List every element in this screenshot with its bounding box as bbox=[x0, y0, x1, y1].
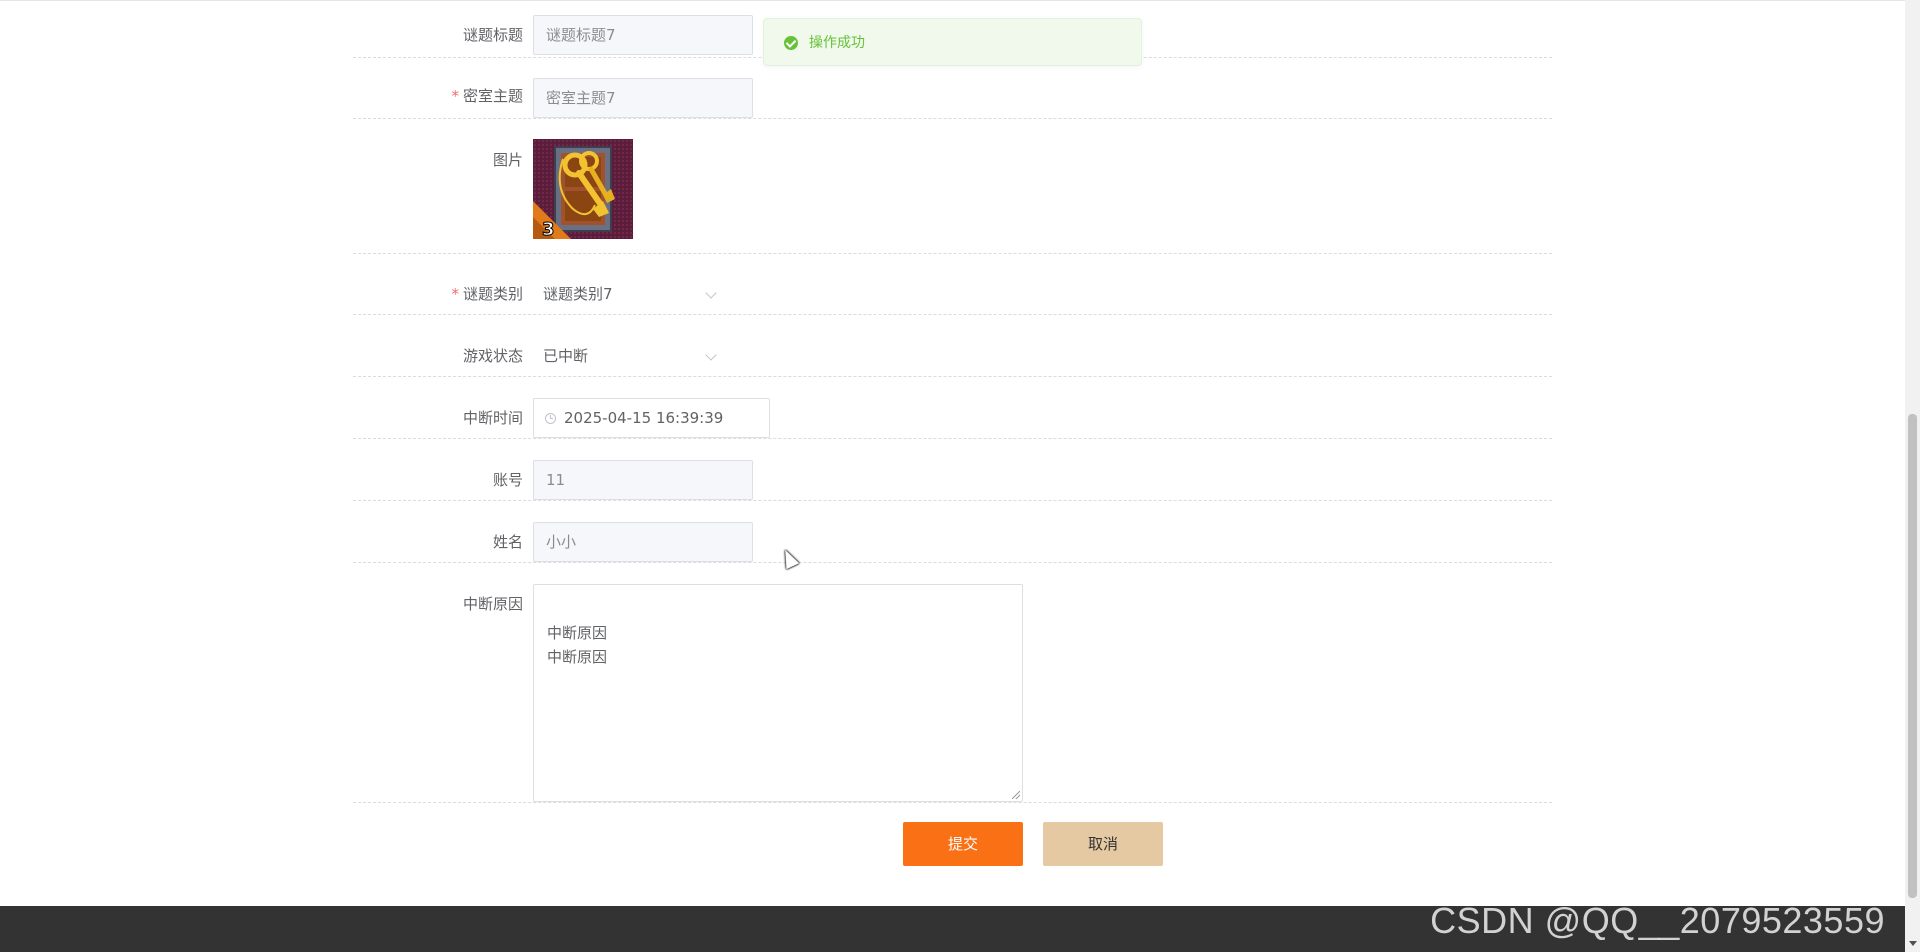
footer-bar: CSDN @QQ__2079523559 bbox=[0, 900, 1905, 952]
form-row-puzzle-category: * 谜题类别 谜题类别7 bbox=[353, 254, 1552, 315]
puzzle-image-thumbnail[interactable]: 3 bbox=[533, 139, 633, 239]
room-theme-input[interactable]: 密室主题7 bbox=[533, 78, 753, 118]
form-row-room-theme: * 密室主题 密室主题7 bbox=[353, 58, 1552, 119]
game-status-value: 已中断 bbox=[543, 347, 589, 365]
interrupt-time-value: 2025-04-15 16:39:39 bbox=[564, 409, 724, 427]
puzzle-category-select[interactable]: 谜题类别7 bbox=[533, 274, 733, 314]
submit-button[interactable]: 提交 bbox=[903, 822, 1023, 866]
scrollbar-thumb[interactable] bbox=[1908, 414, 1917, 898]
top-divider bbox=[0, 0, 1905, 1]
form-row-interrupt-reason: 中断原因 中断原因 中断原因 bbox=[353, 563, 1552, 803]
image-badge-number: 3 bbox=[542, 219, 555, 239]
puzzle-title-label: 谜题标题 bbox=[373, 25, 523, 45]
room-theme-label: * 密室主题 bbox=[373, 86, 523, 106]
interrupt-reason-textarea[interactable]: 中断原因 中断原因 bbox=[533, 584, 1023, 802]
game-status-label: 游戏状态 bbox=[373, 346, 523, 366]
game-status-label-text: 游戏状态 bbox=[462, 347, 523, 365]
puzzle-category-label: * 谜题类别 bbox=[373, 284, 523, 304]
name-input[interactable]: 小小 bbox=[533, 522, 753, 562]
form-row-image: 图片 3 bbox=[353, 119, 1552, 254]
page: 谜题标题 谜题标题7 * 密室主题 密室主题7 图片 3 * 谜题类别 谜题类别… bbox=[0, 0, 1920, 952]
cancel-button[interactable]: 取消 bbox=[1043, 822, 1163, 866]
success-toast: 操作成功 bbox=[763, 18, 1142, 66]
puzzle-title-label-text: 谜题标题 bbox=[462, 26, 523, 44]
interrupt-time-label-text: 中断时间 bbox=[462, 409, 523, 427]
account-label-text: 账号 bbox=[492, 471, 523, 489]
success-check-icon bbox=[784, 36, 798, 50]
form-row-account: 账号 11 bbox=[353, 439, 1552, 501]
form-row-name: 姓名 小小 bbox=[353, 501, 1552, 563]
name-label-text: 姓名 bbox=[492, 533, 523, 551]
interrupt-time-label: 中断时间 bbox=[373, 408, 523, 428]
scroll-down-arrow-icon[interactable] bbox=[1909, 941, 1917, 946]
interrupt-reason-value: 中断原因 中断原因 bbox=[547, 624, 608, 666]
toast-message: 操作成功 bbox=[809, 35, 865, 51]
required-mark: * bbox=[451, 285, 459, 303]
puzzle-category-value: 谜题类别7 bbox=[543, 285, 613, 303]
form-row-game-status: 游戏状态 已中断 bbox=[353, 315, 1552, 377]
interrupt-reason-label-text: 中断原因 bbox=[462, 595, 523, 613]
account-input[interactable]: 11 bbox=[533, 460, 753, 500]
clock-icon bbox=[545, 413, 556, 424]
puzzle-category-label-text: 谜题类别 bbox=[462, 285, 523, 303]
form-row-interrupt-time: 中断时间 2025-04-15 16:39:39 bbox=[353, 377, 1552, 439]
required-mark: * bbox=[451, 87, 459, 105]
chevron-down-icon bbox=[705, 349, 717, 361]
puzzle-title-input[interactable]: 谜题标题7 bbox=[533, 15, 753, 55]
vertical-scrollbar[interactable] bbox=[1905, 0, 1920, 952]
watermark-text: CSDN @QQ__2079523559 bbox=[1430, 900, 1885, 941]
chevron-down-icon bbox=[705, 287, 717, 299]
account-label: 账号 bbox=[373, 470, 523, 490]
image-label: 图片 bbox=[373, 150, 523, 170]
resize-handle-icon[interactable] bbox=[1012, 791, 1020, 799]
interrupt-reason-label: 中断原因 bbox=[373, 594, 523, 614]
interrupt-time-picker[interactable]: 2025-04-15 16:39:39 bbox=[533, 398, 770, 438]
game-status-select[interactable]: 已中断 bbox=[533, 336, 733, 376]
image-label-text: 图片 bbox=[492, 151, 523, 169]
room-theme-label-text: 密室主题 bbox=[462, 87, 523, 105]
name-label: 姓名 bbox=[373, 532, 523, 552]
